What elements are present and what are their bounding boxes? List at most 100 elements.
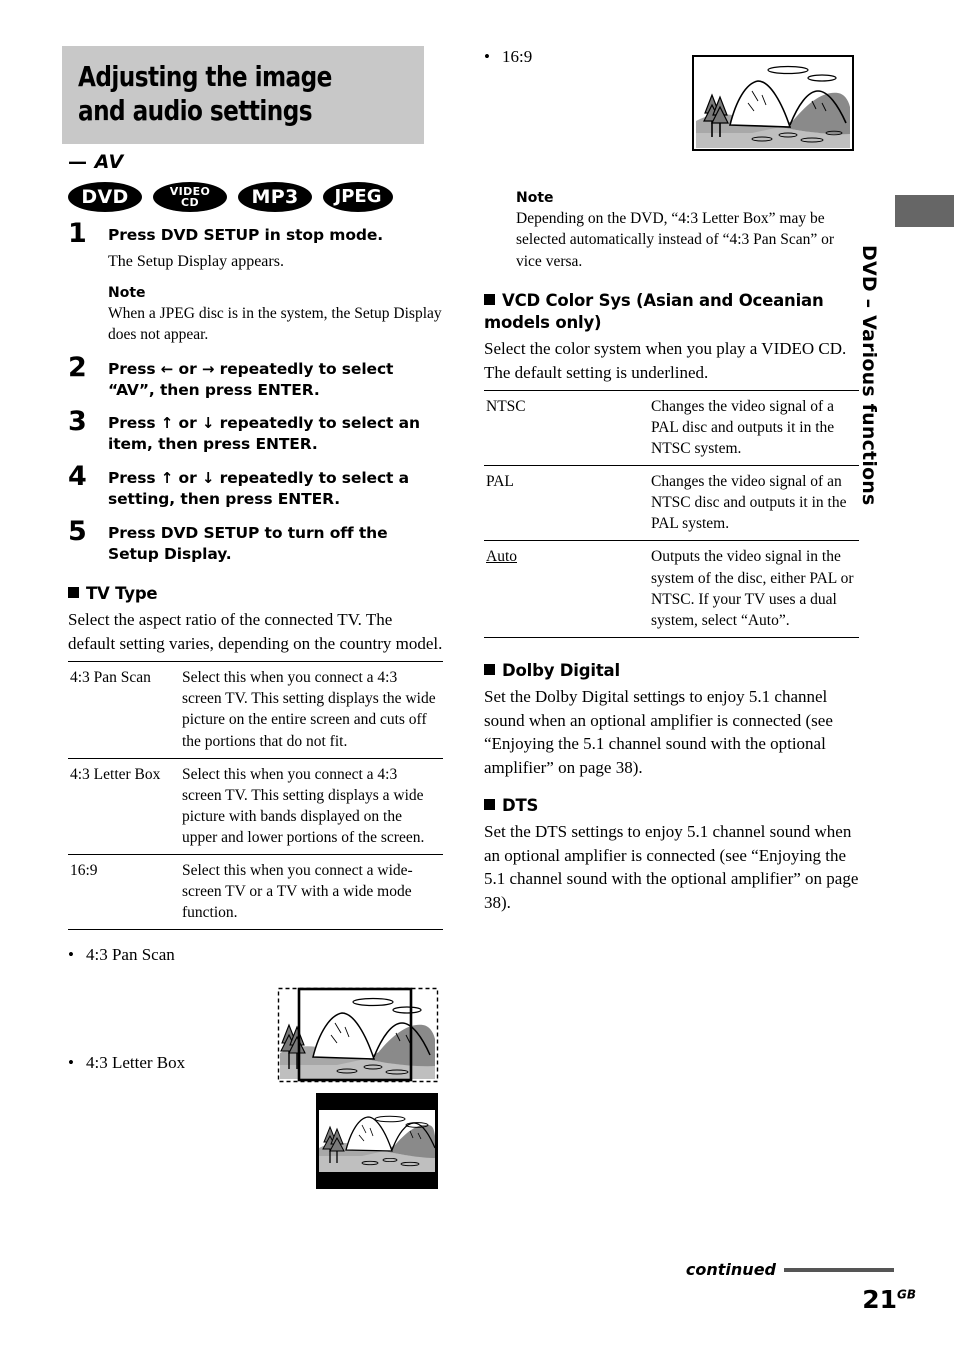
step-1: 1 Press DVD SETUP in stop mode. The Setu… xyxy=(68,220,443,345)
bullet-dot-icon: • xyxy=(484,47,490,66)
subtitle-text: AV xyxy=(94,151,124,174)
illustration-16-9 xyxy=(692,55,854,151)
tv-type-key-0: 4:3 Pan Scan xyxy=(68,661,180,759)
step-5-number: 5 xyxy=(68,516,87,548)
arrow-right-icon: → xyxy=(201,359,215,378)
section-heading-dolby-digital: Dolby Digital xyxy=(484,660,859,681)
square-bullet-icon xyxy=(484,799,495,811)
right-column: • 16:9 Note Depending on the DVD, “4:3 Le… xyxy=(484,46,859,920)
tv-type-key-2: 16:9 xyxy=(68,853,180,931)
step-1-note-body: When a JPEG disc is in the system, the S… xyxy=(108,304,442,344)
vcd-key-2: Auto xyxy=(484,540,649,638)
right-note-block: Note Depending on the DVD, “4:3 Letter B… xyxy=(484,190,859,272)
square-bullet-icon xyxy=(484,294,495,306)
left-column: Adjusting the image and audio settings —… xyxy=(62,46,443,1074)
step-4-text: Press ↑ or ↓ repeatedly to select a sett… xyxy=(108,468,443,510)
continued-rule xyxy=(784,1267,894,1272)
vcd-key-1: PAL xyxy=(484,465,649,541)
page-number: 21GB xyxy=(862,1285,916,1314)
table-row: NTSC Changes the video signal of a PAL d… xyxy=(484,389,859,466)
section-heading-vcd-color-sys: VCD Color Sys (Asian and Oceanian models… xyxy=(484,290,859,333)
page-number-suffix: GB xyxy=(897,1287,916,1302)
step-3-text-a: Press xyxy=(108,414,161,433)
step-2: 2 Press ← or → repeatedly to select “AV”… xyxy=(68,354,443,401)
step-2-text: Press ← or → repeatedly to select “AV”, … xyxy=(108,359,443,401)
bullet-letter-box-label: 4:3 Letter Box xyxy=(86,1053,186,1073)
step-4-text-b: or xyxy=(173,469,202,488)
badge-jpeg-label: JPEG xyxy=(334,186,382,208)
continued-marker: continued xyxy=(686,1260,894,1279)
table-row: 4:3 Pan Scan Select this when you connec… xyxy=(68,661,443,759)
step-1-number: 1 xyxy=(68,218,87,250)
tv-type-body: Select the aspect ratio of the connected… xyxy=(68,610,443,653)
illustration-letter-box xyxy=(316,1093,438,1189)
section-heading-tv-type: TV Type xyxy=(68,583,443,604)
step-2-text-b: or xyxy=(173,359,202,378)
disc-badge-list: DVD VIDEO CD MP3 JPEG xyxy=(68,182,443,213)
step-5: 5 Press DVD SETUP to turn off the Setup … xyxy=(68,518,443,565)
dts-heading-label: DTS xyxy=(502,796,539,816)
step-3: 3 Press ↑ or ↓ repeatedly to select an i… xyxy=(68,408,443,455)
tv-type-key-1: 4:3 Letter Box xyxy=(68,757,180,855)
step-4: 4 Press ↑ or ↓ repeatedly to select a se… xyxy=(68,463,443,510)
bullet-pan-scan-text: • 4:3 Pan Scan xyxy=(68,944,175,966)
badge-dvd-label: DVD xyxy=(81,185,129,208)
step-1-text: Press DVD SETUP in stop mode. xyxy=(108,226,384,245)
bullet-pan-scan: • 4:3 Pan Scan xyxy=(68,944,443,966)
vcd-color-sys-table: NTSC Changes the video signal of a PAL d… xyxy=(484,389,859,638)
badge-mp3-label: MP3 xyxy=(251,185,299,208)
square-bullet-icon xyxy=(68,586,79,598)
badge-dvd: DVD xyxy=(68,182,142,213)
subtitle-dash: — xyxy=(68,151,88,174)
table-row: 16:9 Select this when you connect a wide… xyxy=(68,853,443,931)
page-number-value: 21 xyxy=(862,1285,897,1314)
side-tab-marker xyxy=(895,195,954,227)
tv-type-table: 4:3 Pan Scan Select this when you connec… xyxy=(68,661,443,931)
step-4-text-a: Press xyxy=(108,469,161,488)
arrow-up-icon: ↑ xyxy=(160,469,174,488)
continued-label: continued xyxy=(685,1260,776,1279)
right-note-body: Depending on the DVD, “4:3 Letter Box” m… xyxy=(516,210,835,270)
vcd-color-sys-body: Select the color system when you play a … xyxy=(484,339,847,382)
step-1-subtext: The Setup Display appears. xyxy=(108,253,284,271)
step-3-text: Press ↑ or ↓ repeatedly to select an ite… xyxy=(108,413,443,455)
tv-type-value-0: Select this when you connect a 4:3 scree… xyxy=(180,661,443,759)
step-3-number: 3 xyxy=(68,406,87,438)
step-5-text: Press DVD SETUP to turn off the Setup Di… xyxy=(108,524,388,564)
vcd-key-0: NTSC xyxy=(484,389,649,466)
vcd-value-1: Changes the video signal of an NTSC disc… xyxy=(649,465,859,541)
vcd-value-2: Outputs the video signal in the system o… xyxy=(649,540,859,638)
arrow-left-icon: ← xyxy=(160,359,174,378)
page-title-block: Adjusting the image and audio settings xyxy=(62,46,424,145)
badge-jpeg: JPEG xyxy=(323,182,393,213)
vcd-value-0: Changes the video signal of a PAL disc a… xyxy=(649,389,859,466)
bullet-sixteen-nine-text: • 16:9 xyxy=(484,46,532,68)
section-heading-dts: DTS xyxy=(484,795,859,816)
step-2-number: 2 xyxy=(68,351,87,383)
page-title: Adjusting the image and audio settings xyxy=(78,60,332,128)
arrow-up-icon: ↑ xyxy=(160,414,174,433)
illustration-pan-scan xyxy=(277,987,439,1083)
step-4-number: 4 xyxy=(68,461,87,493)
manual-page: Adjusting the image and audio settings —… xyxy=(0,0,954,1352)
square-bullet-icon xyxy=(484,663,495,675)
badge-video-cd: VIDEO CD xyxy=(153,182,227,213)
bullet-pan-scan-label: 4:3 Pan Scan xyxy=(86,945,175,965)
dolby-digital-heading-label: Dolby Digital xyxy=(502,660,620,680)
side-tab-label: DVD – Various functions xyxy=(858,245,880,506)
bullet-letter-box-text: • 4:3 Letter Box xyxy=(68,1052,185,1074)
step-2-text-a: Press xyxy=(108,359,161,378)
page-subtitle: — AV xyxy=(68,151,443,173)
right-note-heading: Note xyxy=(516,190,554,207)
arrow-down-icon: ↓ xyxy=(201,469,215,488)
step-3-text-b: or xyxy=(173,414,202,433)
tv-type-value-1: Select this when you connect a 4:3 scree… xyxy=(180,757,443,855)
vcd-color-sys-heading-label: VCD Color Sys (Asian and Oceanian models… xyxy=(484,291,824,332)
dolby-digital-body: Set the Dolby Digital settings to enjoy … xyxy=(484,687,833,777)
table-row: 4:3 Letter Box Select this when you conn… xyxy=(68,757,443,855)
tv-type-heading-label: TV Type xyxy=(86,583,158,603)
bullet-dot-icon: • xyxy=(68,945,74,965)
dts-body: Set the DTS settings to enjoy 5.1 channe… xyxy=(484,822,859,912)
vcd-key-2-label: Auto xyxy=(486,548,517,566)
bullet-dot-icon: • xyxy=(68,1053,74,1073)
